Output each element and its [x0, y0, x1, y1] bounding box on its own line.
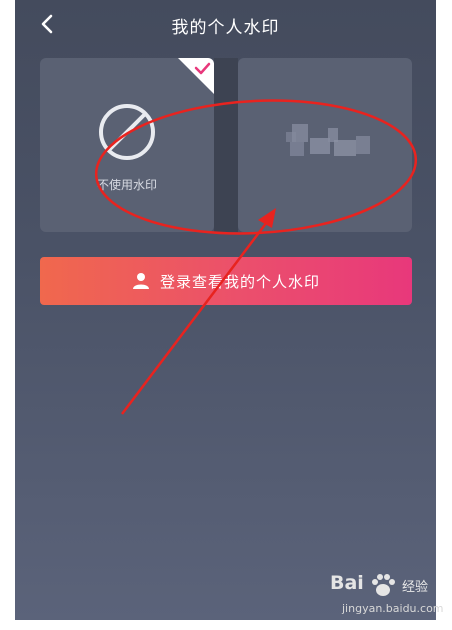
blurred-watermark-preview — [286, 124, 370, 156]
selected-check-icon — [178, 58, 214, 94]
header: 我的个人水印 — [15, 0, 436, 48]
watermark-option-label: 不使用水印 — [96, 178, 157, 192]
site-url: jingyan.baidu.com — [342, 602, 444, 615]
login-button[interactable]: 登录查看我的个人水印 — [40, 257, 412, 305]
card-divider — [214, 58, 238, 232]
paw-icon — [372, 574, 395, 596]
app-screen: 我的个人水印 不使用水印 登录查看我的个人水印 — [15, 0, 436, 620]
site-watermark: Bai 经验 jingyan.baidu.com — [330, 572, 444, 620]
watermark-option-none[interactable]: 不使用水印 — [40, 58, 214, 232]
no-sign-icon — [99, 104, 155, 160]
page-title: 我的个人水印 — [171, 18, 280, 38]
site-name: 经验 — [402, 580, 429, 595]
site-logo-text: Bai — [330, 572, 364, 594]
person-icon — [132, 273, 149, 289]
login-button-label: 登录查看我的个人水印 — [159, 272, 320, 291]
watermark-option-personal[interactable] — [238, 58, 412, 232]
